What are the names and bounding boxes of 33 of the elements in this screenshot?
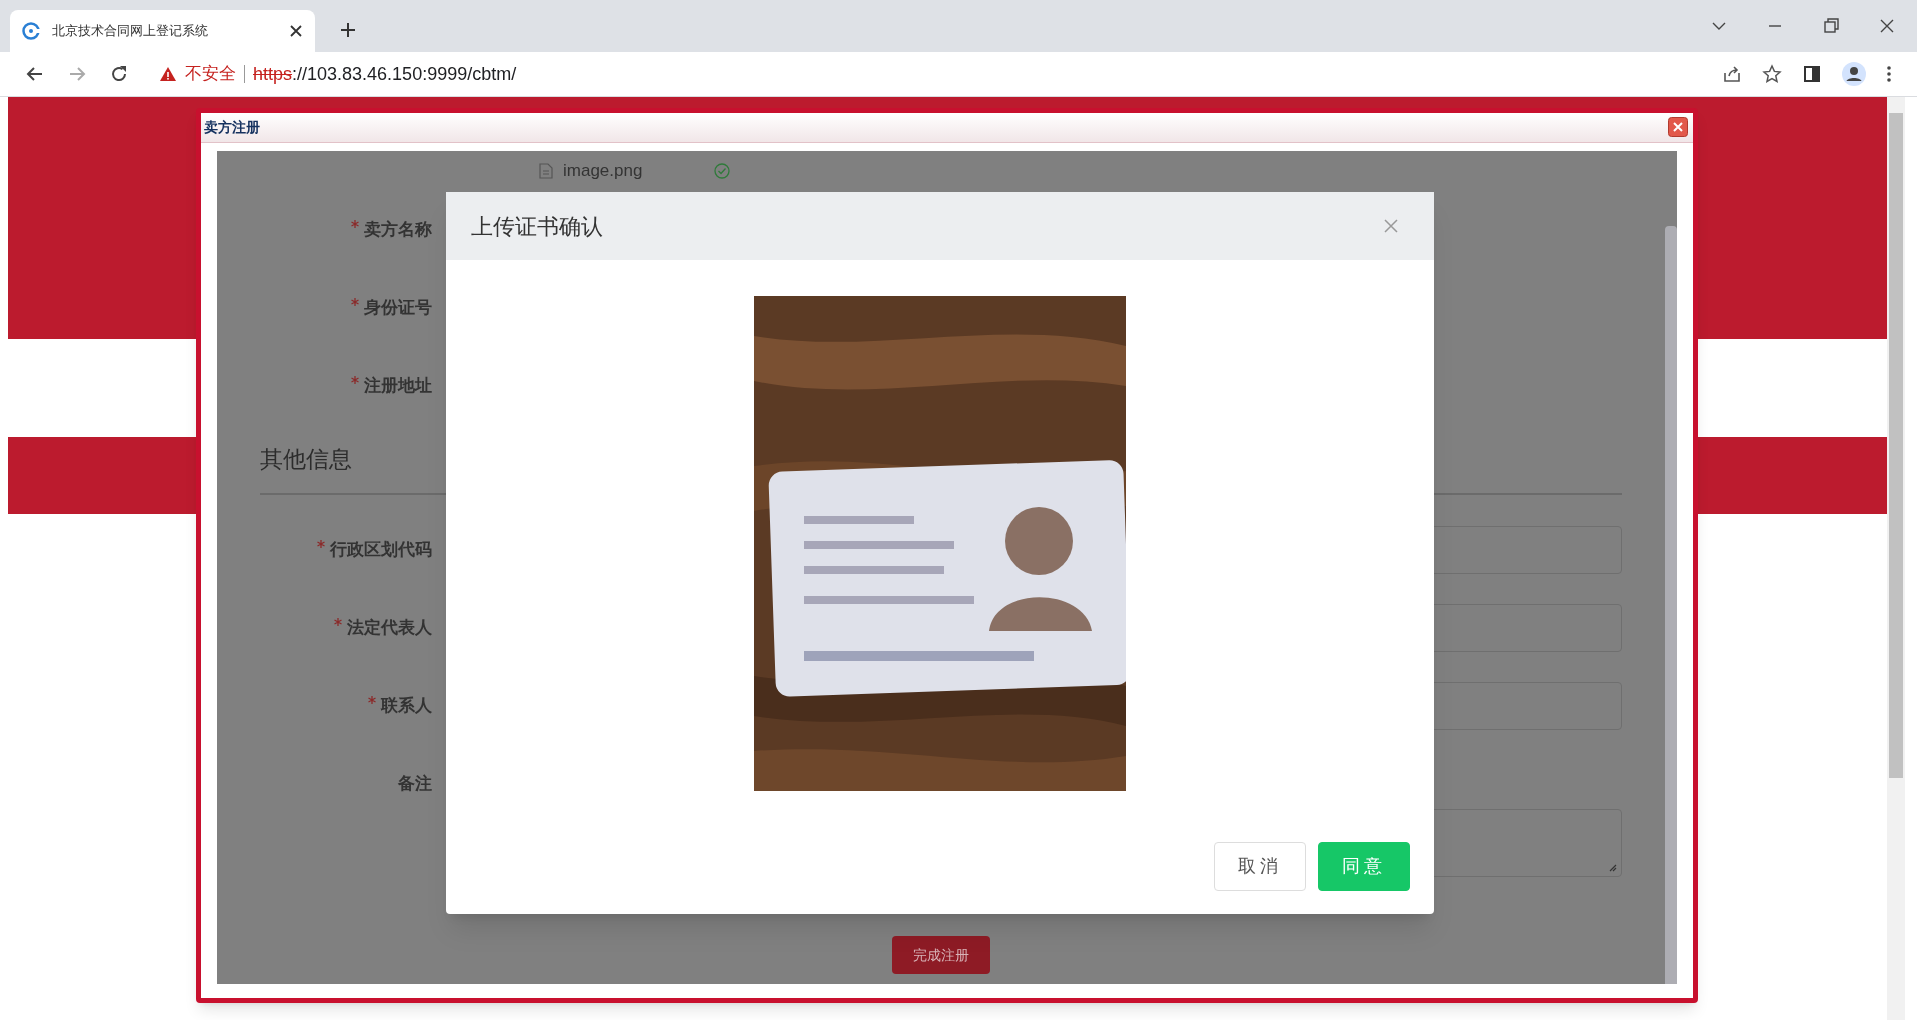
field-label: 行政区划代码 xyxy=(330,539,432,562)
warning-icon[interactable] xyxy=(159,65,177,83)
field-label: 法定代表人 xyxy=(347,617,432,640)
profile-icon[interactable] xyxy=(1842,62,1866,86)
field-label: 身份证号 xyxy=(364,297,432,320)
share-icon[interactable] xyxy=(1722,64,1742,84)
tab-title: 北京技术合同网上登记系统 xyxy=(52,22,209,41)
security-label[interactable]: 不安全 xyxy=(185,61,236,87)
field-label: 备注 xyxy=(398,773,432,795)
sidebar-icon[interactable] xyxy=(1802,64,1822,84)
file-icon xyxy=(539,163,553,179)
scrollbar[interactable] xyxy=(1887,97,1905,1020)
more-icon[interactable] xyxy=(1886,64,1892,84)
plus-icon[interactable] xyxy=(339,21,357,39)
field-label: 注册地址 xyxy=(364,375,432,398)
close-icon[interactable] xyxy=(289,24,303,38)
file-name[interactable]: image.png xyxy=(563,158,643,184)
close-icon[interactable] xyxy=(1668,117,1688,137)
field-label: 联系人 xyxy=(381,695,432,718)
site-logo-icon xyxy=(22,22,40,40)
star-icon[interactable] xyxy=(1762,64,1782,84)
check-circle-icon xyxy=(714,163,731,179)
restore-icon[interactable] xyxy=(1821,16,1841,36)
submit-button[interactable]: 完成注册 xyxy=(892,936,990,974)
resize-handle-icon[interactable] xyxy=(1607,862,1617,872)
field-label: 卖方名称 xyxy=(364,219,432,242)
reload-icon[interactable] xyxy=(109,64,129,84)
url-text[interactable]: https://103.83.46.150:9999/cbtm/ xyxy=(253,60,517,88)
cancel-button[interactable]: 取消 xyxy=(1214,842,1306,891)
modal-title: 上传证书确认 xyxy=(471,212,603,241)
window-title: 卖方注册 xyxy=(204,118,260,137)
browser-tab[interactable]: 北京技术合同网上登记系统 xyxy=(10,10,315,52)
section-heading: 其他信息 xyxy=(260,444,352,474)
